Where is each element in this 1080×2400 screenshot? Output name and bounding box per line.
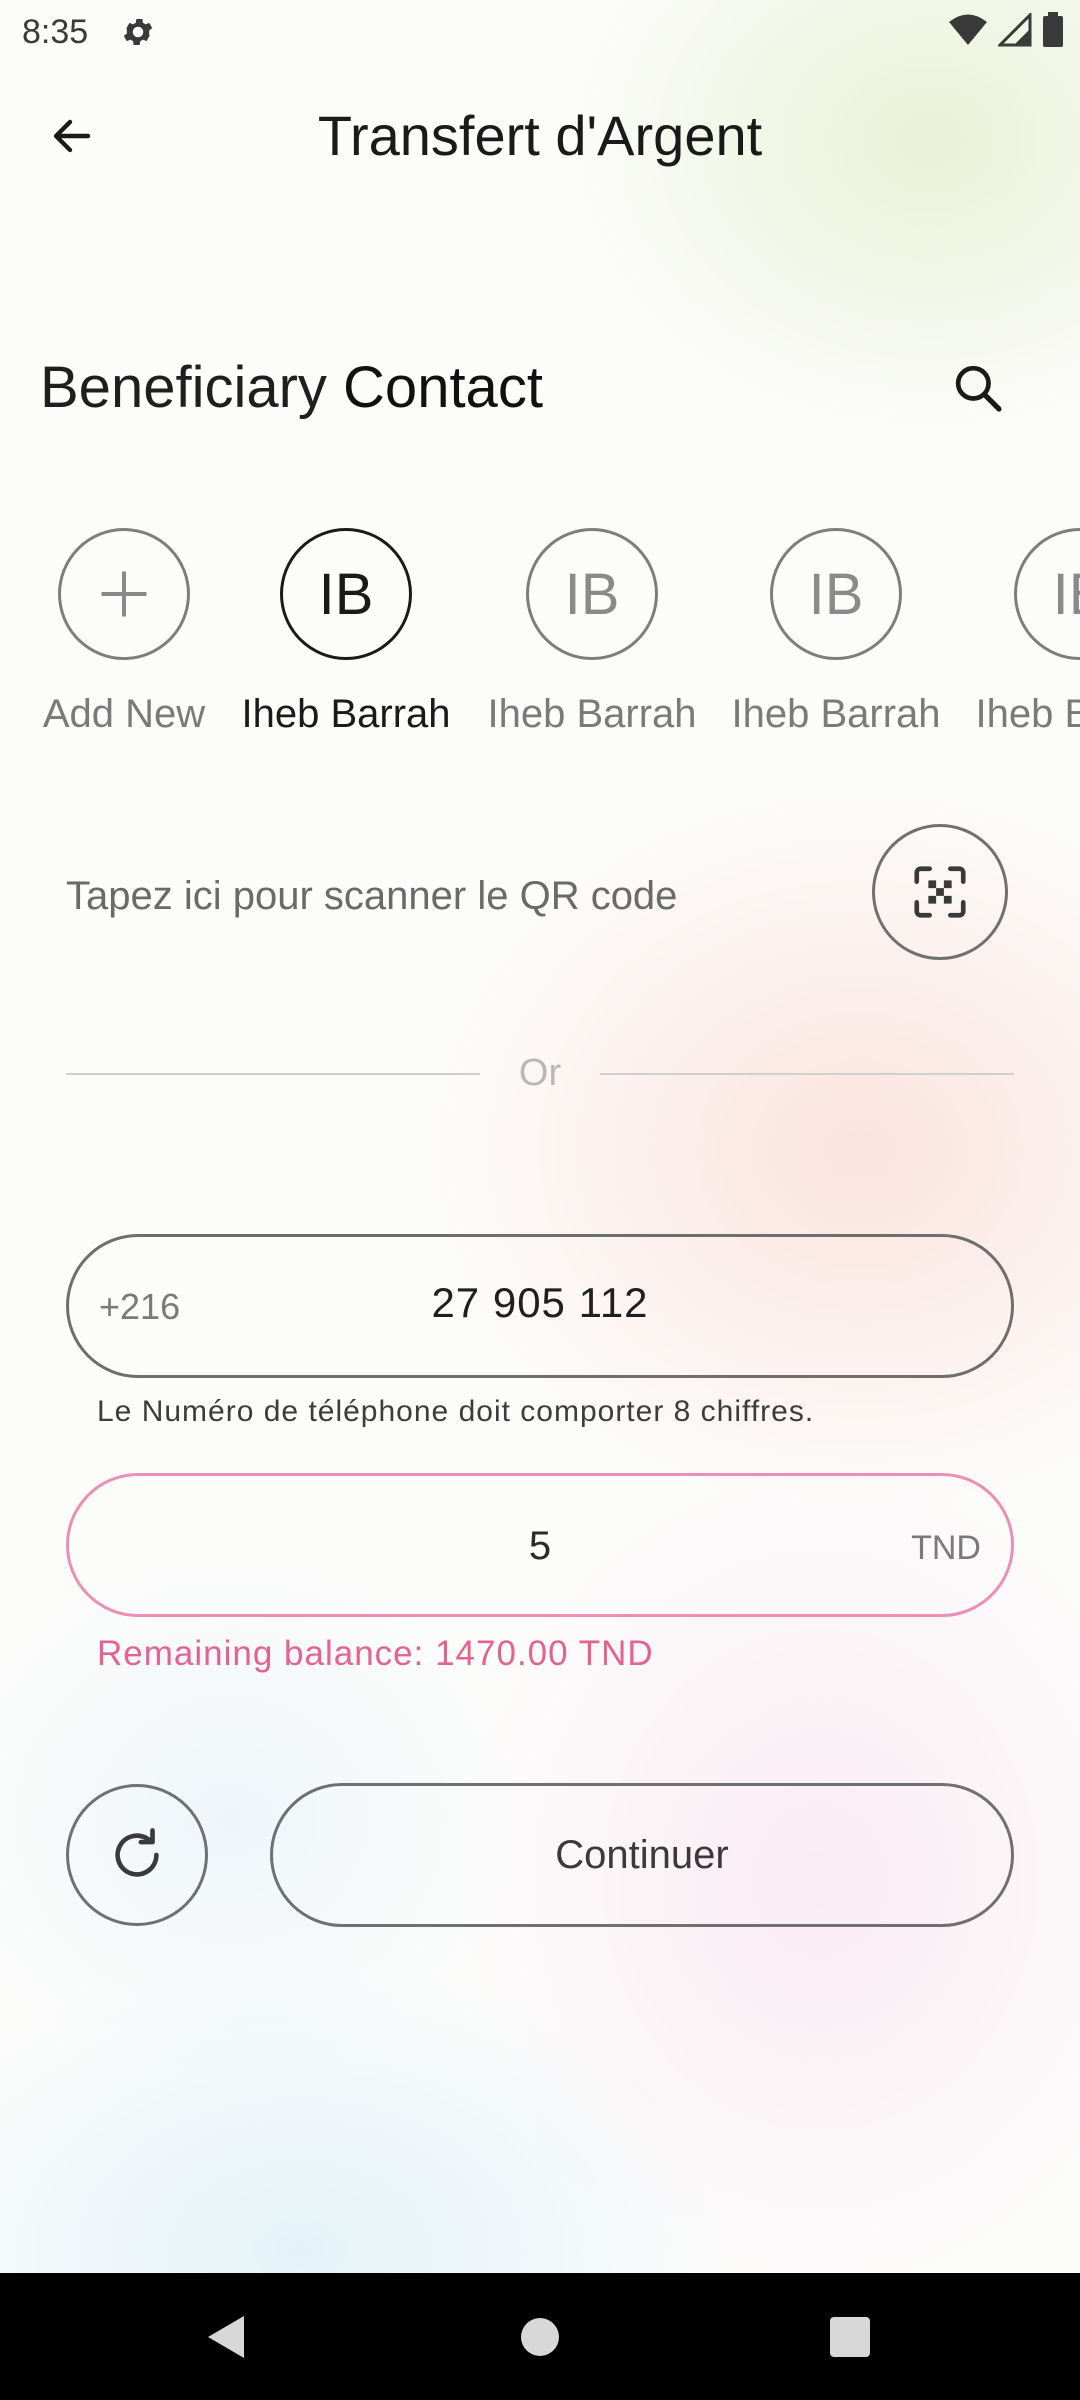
qr-scan-button[interactable] [872,824,1008,960]
cell-signal-icon [998,13,1032,47]
nav-recents-button[interactable] [790,2273,910,2400]
recents-square-icon [830,2316,870,2357]
nav-back-button[interactable] [166,2273,286,2400]
status-icons [948,12,1064,48]
contacts-carousel[interactable]: Add New IB Iheb Barrah IB Iheb Barrah IB… [0,528,1080,748]
section-title-light: Beneficiary [40,355,327,420]
plus-icon [101,571,147,617]
currency-suffix: TND [911,1529,981,1567]
or-label: Or [518,1052,562,1094]
refresh-button[interactable] [66,1784,208,1926]
page-title: Transfert d'Argent [317,104,763,167]
amount-value[interactable]: 5 [69,1520,1011,1572]
phone-field[interactable]: +216 27 905 112 [66,1234,1014,1378]
wifi-icon [949,14,987,45]
contact-avatar: IB [1014,528,1080,660]
contact-item[interactable]: IB Iheb Barrah [970,528,1080,740]
search-button[interactable] [940,350,1016,426]
qr-scan-label[interactable]: Tapez ici pour scanner le QR code [66,870,677,922]
contact-name: Iheb Barrah [487,692,697,736]
back-triangle-icon [208,2315,244,2358]
contact-name: Iheb Barrah [731,692,941,736]
system-nav-bar [0,2273,1080,2400]
contact-avatar: IB [280,528,412,660]
contact-avatar: IB [770,528,902,660]
contact-item[interactable]: IB Iheb Barrah [482,528,702,740]
contact-avatar: IB [526,528,658,660]
divider-right [600,1073,1014,1075]
status-time: 8:35 [22,13,89,51]
search-icon [955,365,1002,412]
battery-icon [1043,12,1063,47]
home-circle-icon [521,2317,559,2356]
contact-name: Add New [42,692,206,736]
add-new-contact[interactable]: Add New [14,528,234,740]
contact-name: Iheb Barrah [975,692,1080,736]
section-title-bold: Contact [343,355,543,420]
remaining-balance-text: Remaining balance: 1470.00 TND [97,1634,654,1673]
refresh-icon [115,1828,159,1877]
phone-number-value[interactable]: 27 905 112 [69,1277,1011,1329]
amount-field[interactable]: 5 TND [66,1473,1014,1617]
add-contact-avatar [58,528,190,660]
phone-helper-text: Le Numéro de téléphone doit comporter 8 … [97,1395,815,1428]
gear-icon [123,18,153,46]
contact-name: Iheb Barrah [241,692,451,736]
contact-item[interactable]: IB Iheb Barrah [726,528,946,740]
section-title: Beneficiary Contact [40,352,543,424]
qr-scan-icon [914,866,966,918]
nav-home-button[interactable] [480,2273,600,2400]
divider-left [66,1073,480,1075]
contact-item[interactable]: IB Iheb Barrah [236,528,456,740]
continue-button[interactable]: Continuer [270,1783,1014,1927]
